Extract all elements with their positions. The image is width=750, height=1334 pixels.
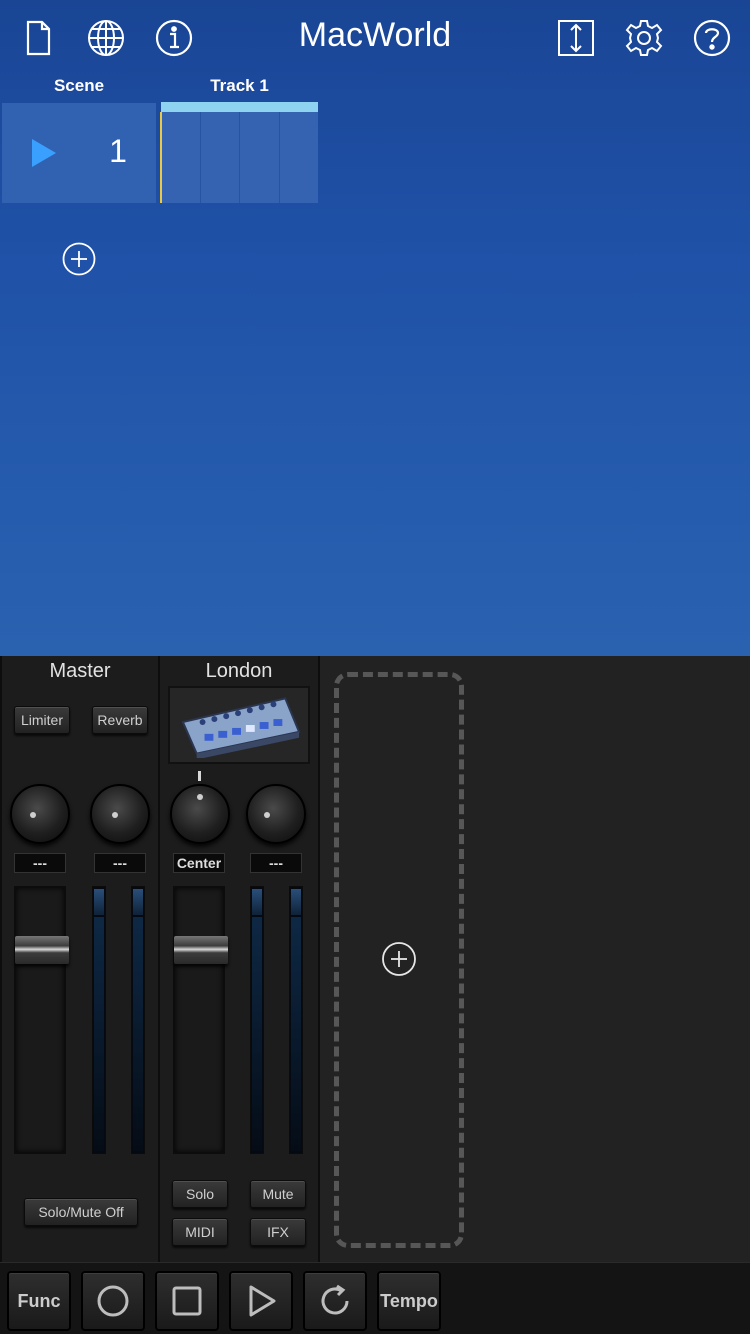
track-column-label[interactable]: Track 1 — [161, 76, 318, 96]
instrument-thumbnail[interactable] — [168, 686, 310, 764]
scene-cell[interactable]: 1 — [2, 103, 156, 203]
master-fader[interactable] — [14, 886, 69, 1154]
play-button[interactable] — [229, 1271, 293, 1331]
transport-bar: Func Tempo — [0, 1262, 750, 1334]
master-strip: Master Limiter Reverb --- --- Solo/Mute … — [0, 656, 160, 1262]
solo-mute-off-button[interactable]: Solo/Mute Off — [24, 1198, 138, 1226]
london-pan-readout: Center — [173, 853, 225, 873]
loop-button[interactable] — [303, 1271, 367, 1331]
london-meter-right — [289, 886, 303, 1154]
clip-segment — [280, 112, 319, 203]
arranger-area: MacWorld Scene Track 1 1 — [0, 0, 750, 656]
func-button[interactable]: Func — [7, 1271, 71, 1331]
track-clip-cell[interactable] — [161, 112, 318, 203]
playhead — [160, 112, 162, 203]
master-meter-left — [92, 886, 106, 1154]
clip-segment — [161, 112, 201, 203]
master-meter-right — [131, 886, 145, 1154]
scene-number: 1 — [109, 133, 127, 169]
synth-image-icon — [181, 697, 301, 758]
play-icon — [249, 1285, 276, 1317]
info-icon[interactable] — [150, 14, 198, 62]
master-knob-left[interactable] — [10, 784, 70, 844]
tempo-button[interactable]: Tempo — [377, 1271, 441, 1331]
clip-segment — [240, 112, 280, 203]
limiter-button[interactable]: Limiter — [14, 706, 70, 734]
add-scene-icon[interactable] — [62, 242, 96, 276]
london-pan-knob[interactable] — [170, 784, 230, 844]
record-button[interactable] — [81, 1271, 145, 1331]
add-strip-icon[interactable] — [381, 941, 417, 977]
loop-icon — [321, 1284, 349, 1315]
record-icon — [97, 1285, 129, 1317]
midi-button[interactable]: MIDI — [172, 1218, 228, 1246]
resize-vertical-icon[interactable] — [552, 14, 600, 62]
london-meter-left — [250, 886, 264, 1154]
london-send-knob[interactable] — [246, 784, 306, 844]
stop-button[interactable] — [155, 1271, 219, 1331]
mute-button[interactable]: Mute — [250, 1180, 306, 1208]
london-title[interactable]: London — [160, 660, 318, 683]
london-fader[interactable] — [173, 886, 228, 1154]
master-readout-left: --- — [14, 853, 66, 873]
solo-button[interactable]: Solo — [172, 1180, 228, 1208]
master-readout-right: --- — [94, 853, 146, 873]
london-fader-cap[interactable] — [174, 936, 228, 964]
gear-icon[interactable] — [620, 14, 668, 62]
scene-play-icon[interactable] — [32, 139, 56, 167]
reverb-button[interactable]: Reverb — [92, 706, 148, 734]
scene-column-label: Scene — [53, 76, 105, 95]
master-knob-right[interactable] — [90, 784, 150, 844]
mixer-panel: Master Limiter Reverb --- --- Solo/Mute … — [0, 656, 750, 1262]
app-title: MacWorld — [298, 16, 452, 54]
london-strip: London Center --- Solo Mute MIDI IFX — [160, 656, 320, 1262]
track-header-bar[interactable] — [161, 102, 318, 112]
pan-center-tick — [198, 771, 201, 781]
master-fader-cap[interactable] — [15, 936, 69, 964]
document-icon[interactable] — [14, 14, 62, 62]
london-send-readout: --- — [250, 853, 302, 873]
help-icon[interactable] — [688, 14, 736, 62]
clip-segment — [201, 112, 240, 203]
master-title: Master — [49, 660, 111, 682]
stop-icon — [172, 1286, 202, 1316]
globe-icon[interactable] — [82, 14, 130, 62]
ifx-button[interactable]: IFX — [250, 1218, 306, 1246]
